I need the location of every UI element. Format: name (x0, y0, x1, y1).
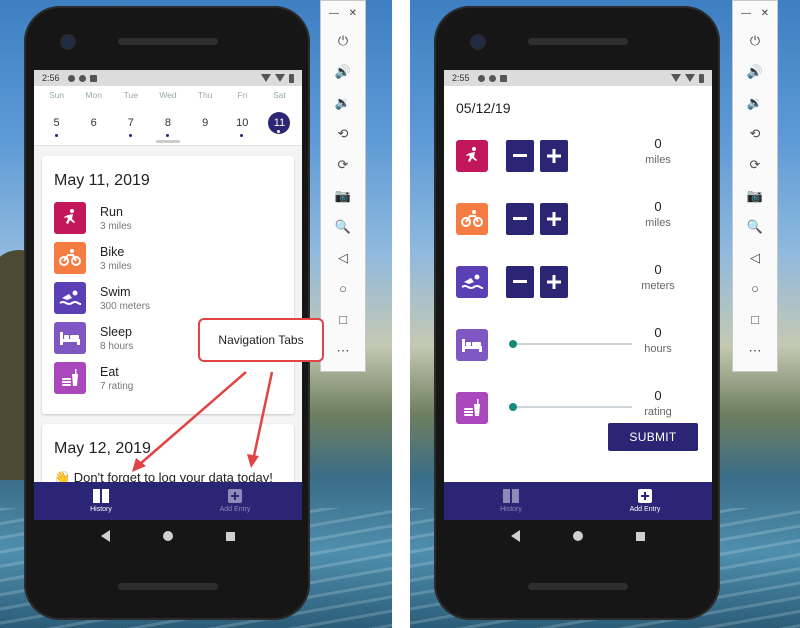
front-camera (472, 36, 484, 48)
volume-up-icon[interactable]: 🔊 (733, 56, 777, 87)
entry-row: 0 miles (444, 193, 712, 245)
decrement-button[interactable] (506, 266, 534, 298)
left-screenshot-panel: 2:56 Sun Mon Tue Wed Thu Fri Sat 5 6 7 8 9 10 11 May… (0, 0, 392, 628)
slider-thumb[interactable] (509, 340, 517, 348)
emulator-toolbar: — ✕ ⏻ 🔊 🔉 ⟲ ⟳ 📷 🔍 ◁ ○ □ ⋯ (732, 0, 778, 372)
bike-icon (456, 203, 488, 235)
increment-button[interactable] (540, 140, 568, 172)
decrement-button[interactable] (506, 203, 534, 235)
tab-history-label: History (500, 506, 522, 513)
minimize-icon[interactable]: — (741, 8, 751, 19)
add-entry-screen: 2:55 05/12/19 0 miles 0 miles 0 meters 0… (444, 70, 712, 520)
plus-icon (547, 212, 561, 226)
rotate-right-icon[interactable]: ⟳ (733, 149, 777, 180)
camera-icon[interactable]: 📷 (733, 180, 777, 211)
entry-row: 0 hours (444, 319, 712, 371)
top-speaker (528, 38, 628, 45)
phone-frame: 2:55 05/12/19 0 miles 0 miles 0 meters 0… (434, 6, 720, 620)
home-icon[interactable]: ○ (733, 273, 777, 304)
entry-unit: rating (644, 406, 672, 418)
status-bar: 2:55 (444, 70, 712, 86)
more-icon[interactable]: ⋯ (733, 335, 777, 366)
overview-icon[interactable]: □ (733, 304, 777, 335)
callout-arrows (132, 371, 274, 472)
decrement-button[interactable] (506, 140, 534, 172)
back-button[interactable] (510, 530, 520, 542)
wifi-icon (671, 74, 681, 82)
tab-add-entry[interactable]: Add Entry (578, 482, 712, 520)
minus-icon (513, 217, 527, 220)
settings-status-icon (477, 74, 485, 82)
signal-icon (685, 74, 695, 82)
book-icon (503, 489, 519, 503)
plus-icon (547, 275, 561, 289)
increment-button[interactable] (540, 266, 568, 298)
entry-date: 05/12/19 (456, 100, 511, 116)
close-icon[interactable]: ✕ (761, 8, 769, 19)
value-slider[interactable] (509, 340, 632, 348)
swim-icon (456, 266, 488, 298)
power-icon[interactable]: ⏻ (733, 25, 777, 56)
status-time: 2:55 (452, 73, 470, 83)
submit-button[interactable]: SUBMIT (608, 423, 698, 451)
entry-row: 0 meters (444, 256, 712, 308)
right-screenshot-panel: 2:55 05/12/19 0 miles 0 miles 0 meters 0… (410, 0, 800, 628)
tab-add-entry-label: Add Entry (629, 506, 661, 513)
entry-value: 0 (654, 262, 662, 277)
plus-icon (547, 149, 561, 163)
bed-icon (456, 329, 488, 361)
run-icon (456, 140, 488, 172)
slider-thumb[interactable] (509, 403, 517, 411)
back-icon[interactable]: ◁ (733, 242, 777, 273)
entry-unit: miles (645, 217, 671, 229)
sd-card-status-icon (499, 74, 507, 82)
entry-value: 0 (654, 388, 662, 403)
entry-value: 0 (654, 199, 662, 214)
food-icon (456, 392, 488, 424)
zoom-icon[interactable]: 🔍 (733, 211, 777, 242)
entry-row: 0 miles (444, 130, 712, 182)
recents-button[interactable] (636, 531, 646, 541)
rotate-left-icon[interactable]: ⟲ (733, 118, 777, 149)
sync-status-icon (488, 74, 496, 82)
minus-icon (513, 280, 527, 283)
home-button[interactable] (572, 531, 583, 541)
entry-unit: meters (641, 280, 675, 292)
bottom-speaker (528, 583, 628, 590)
tab-history[interactable]: History (444, 482, 578, 520)
add-box-icon (638, 489, 652, 503)
entry-unit: miles (645, 154, 671, 166)
entry-unit: hours (644, 343, 672, 355)
bottom-navigation: History Add Entry (444, 482, 712, 520)
minus-icon (513, 154, 527, 157)
value-slider[interactable] (509, 403, 632, 411)
entry-value: 0 (654, 325, 662, 340)
system-navigation (444, 522, 712, 550)
entry-value: 0 (654, 136, 662, 151)
increment-button[interactable] (540, 203, 568, 235)
battery-icon (699, 73, 704, 83)
volume-down-icon[interactable]: 🔉 (733, 87, 777, 118)
